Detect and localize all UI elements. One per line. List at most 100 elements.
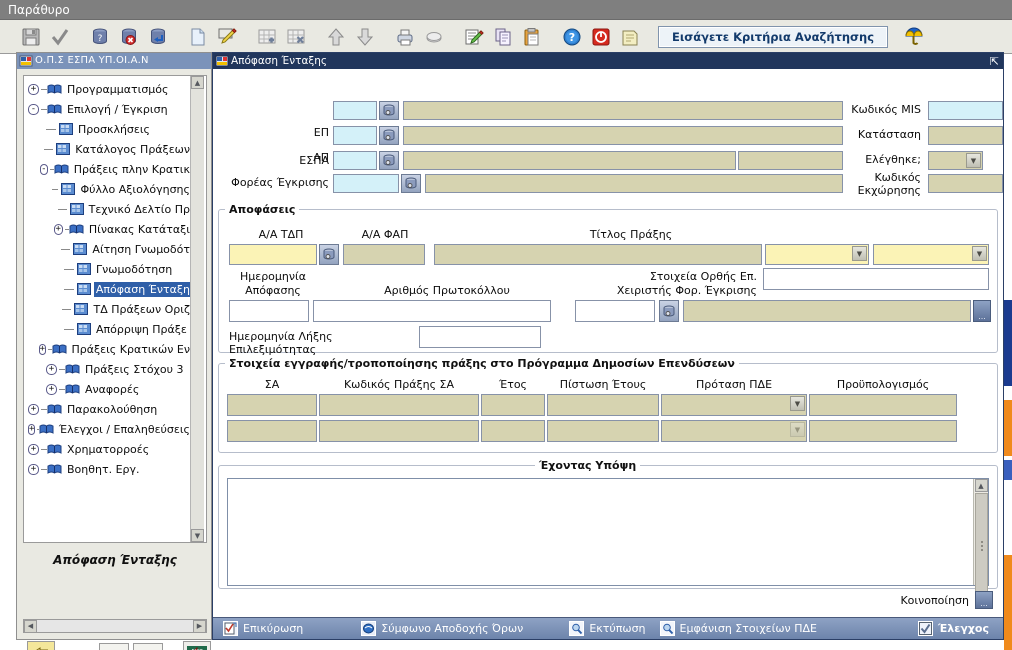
exontas-ypopsi-textarea[interactable]: ▲ ▼ [227,478,989,597]
pde-pistosi-input[interactable] [547,394,659,416]
xeiristis-more-button[interactable]: ... [973,300,991,322]
tree-item-10[interactable]: Απόφαση Ένταξη [28,279,192,299]
expand-icon[interactable]: + [28,83,39,95]
new-document-icon[interactable] [185,24,211,50]
help-icon[interactable]: ? [559,24,585,50]
tree-item-11[interactable]: ΤΔ Πράξεων Οριζ [28,299,192,319]
expand-icon[interactable]: + [28,403,39,415]
pde-etos-input[interactable] [481,420,545,442]
espa-lov-button[interactable] [379,101,399,120]
tree-item-1[interactable]: - Επιλογή / Έγκριση [28,99,192,119]
expand-icon[interactable]: + [28,443,39,455]
copy-icon[interactable] [490,24,516,50]
apofasi-type-select[interactable]: ▼ [765,244,869,265]
umbrella-icon[interactable] [901,24,927,50]
tree-item-16[interactable]: + Παρακολούθηση [28,399,192,419]
xeiristis-code-input[interactable] [575,300,655,322]
search-criteria-button[interactable]: Εισάγετε Κριτήρια Αναζήτησης [658,25,888,48]
katastasi-input[interactable] [928,126,1003,145]
restore-icon[interactable]: ⇱ [990,54,999,70]
aa-fap-input[interactable] [343,244,425,265]
ekxorisi-input[interactable] [928,174,1003,193]
emfanisi-pde-button[interactable]: Εμφάνιση Στοιχείων ΠΔΕ [656,618,827,640]
pde-kodikos-input[interactable] [319,420,479,442]
pde-etos-input[interactable] [481,394,545,416]
aa-tdp-lov-button[interactable] [319,244,339,265]
pde-proyp-input[interactable] [809,394,957,416]
textarea-scroll-track[interactable] [974,493,988,597]
textarea-scrollbar[interactable]: ▲ ▼ [973,479,988,597]
aa-tdp-input[interactable] [229,244,317,265]
symfono-button[interactable]: Σύμφωνο Αποδοχής Όρων [313,618,533,640]
tree-scroll-right-button[interactable]: ▶ [193,619,206,633]
expand-icon[interactable]: + [54,223,63,235]
pde-protasi-select[interactable]: ▼ [661,420,807,442]
foreas-code-input[interactable] [333,174,399,193]
ap-description-input[interactable] [403,151,736,170]
tree-item-13[interactable]: + Πράξεις Κρατικών Εν [28,339,192,359]
tree-item-9[interactable]: Γνωμοδότηση [28,259,192,279]
refresh-database-icon[interactable] [145,24,171,50]
collapse-icon[interactable]: - [39,163,48,175]
delete-row-icon[interactable] [283,24,309,50]
chevron-down-icon[interactable]: ▼ [790,396,805,411]
tree-scroll-up-button[interactable]: ▲ [191,76,204,89]
arrow-up-icon[interactable] [323,24,349,50]
tree-item-18[interactable]: + Χρηματορροές [28,439,192,459]
edit-pencil-icon[interactable] [214,24,240,50]
tree-item-2[interactable]: Προσκλήσεις [28,119,192,139]
elegxthike-select[interactable]: ▼ [928,151,983,170]
notes-edit-icon[interactable] [461,24,487,50]
tree-expand-button[interactable]: + [99,643,129,650]
tree-item-4[interactable]: - Πράξεις πλην Κρατικ [28,159,192,179]
arithmos-protokollou-input[interactable] [313,300,551,322]
notes-icon[interactable] [617,24,643,50]
query-database-icon[interactable]: ? [87,24,113,50]
xeiristis-lov-button[interactable] [659,300,679,322]
epikyrosi-button[interactable]: Επικύρωση [213,618,313,640]
imerominia-apofasis-input[interactable] [229,300,309,322]
lixi-epilex-input[interactable] [419,326,541,348]
collapse-icon[interactable]: - [28,103,39,115]
exit-icon[interactable] [588,24,614,50]
pde-proyp-input[interactable] [809,420,957,442]
xeiristis-description-input[interactable] [683,300,971,322]
pde-kodikos-input[interactable] [319,394,479,416]
chevron-down-icon[interactable]: ▼ [972,246,987,261]
expand-icon[interactable]: + [46,383,57,395]
tree-vertical-scrollbar[interactable]: ▲ ▼ [190,76,204,542]
navigation-tree[interactable]: + Προγραμματισμός - Επιλογή / Έγκριση Προσκλ… [23,75,207,543]
textarea-scroll-thumb[interactable] [974,493,988,597]
expand-icon[interactable]: + [46,363,57,375]
paste-icon[interactable] [519,24,545,50]
pde-protasi-select[interactable]: ▼ [661,394,807,416]
ektyposi-button[interactable]: Εκτύπωση [533,618,655,640]
back-arrow-icon[interactable] [27,641,55,650]
ep-description-input[interactable] [403,126,843,145]
tree-item-15[interactable]: + Αναφορές [28,379,192,399]
koinopoiisi-button[interactable]: ... [975,591,993,609]
save-icon[interactable] [18,24,44,50]
ep-lov-button[interactable] [379,126,399,145]
expand-icon[interactable]: + [38,343,46,355]
ep-code-input[interactable] [333,126,377,145]
textarea-scroll-up-button[interactable]: ▲ [974,479,988,492]
pde-sa-input[interactable] [227,420,317,442]
pde-sa-input[interactable] [227,394,317,416]
titlos-praxis-input[interactable] [434,244,762,265]
tree-item-6[interactable]: Τεχνικό Δελτίο Πρ [28,199,192,219]
tree-item-0[interactable]: + Προγραμματισμός [28,79,192,99]
tree-scroll-down-button[interactable]: ▼ [191,529,204,542]
tree-item-3[interactable]: Κατάλογος Πράξεων [28,139,192,159]
expand-icon[interactable]: + [28,423,36,435]
tree-horizontal-scrollbar[interactable]: ◀ ▶ [23,619,207,633]
espa-description-input[interactable] [403,101,843,120]
foreas-lov-button[interactable] [401,174,421,193]
tree-item-19[interactable]: + Βοηθητ. Εργ. [28,459,192,479]
tree-item-12[interactable]: Απόρριψη Πράξε [28,319,192,339]
foreas-description-input[interactable] [425,174,843,193]
print-icon[interactable] [392,24,418,50]
apofasi-state-select[interactable]: ▼ [873,244,989,265]
chevron-down-icon[interactable]: ▼ [790,422,805,437]
insert-row-icon[interactable] [254,24,280,50]
